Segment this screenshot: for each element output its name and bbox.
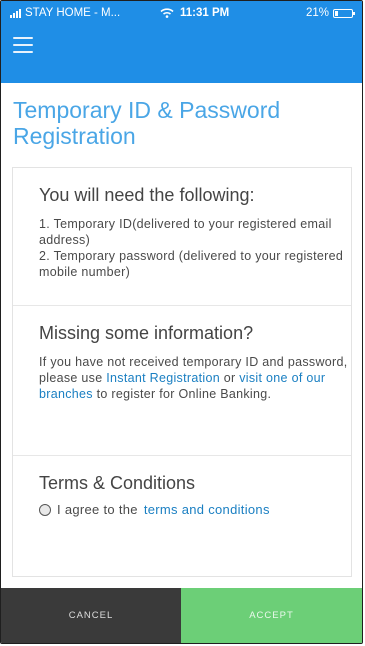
status-time: 11:31 PM [180,7,230,19]
terms-section: Terms & Conditions I agree to the terms … [13,456,351,576]
battery-icon [333,8,355,18]
instant-registration-link[interactable]: Instant Registration [106,371,220,385]
agree-label: I agree to the [57,502,138,517]
accept-button[interactable]: ACCEPT [181,588,362,643]
requirements-section: You will need the following: 1. Temporar… [13,168,351,306]
requirement-item: 2. Temporary password (delivered to your… [39,249,344,279]
hamburger-icon[interactable] [13,37,33,53]
requirements-title: You will need the following: [39,185,255,205]
terms-link[interactable]: terms and conditions [144,502,270,517]
battery-level-fill [335,10,339,16]
agree-row: I agree to the terms and conditions [39,502,351,517]
carrier-label: STAY HOME - M... [25,7,121,19]
terms-title: Terms & Conditions [39,473,196,493]
action-bar: CANCEL ACCEPT [1,588,362,643]
signal-icon [10,8,21,18]
cancel-button[interactable]: CANCEL [1,588,181,643]
missing-info-section: Missing some information? If you have no… [13,306,351,456]
phone-screen: STAY HOME - M... 11:31 PM 21% Temporary … [0,0,363,644]
page-title: Temporary ID & Password Registration [13,97,281,149]
battery-percent: 21% [305,7,329,19]
missing-info-title: Missing some information? [39,323,254,343]
registration-card: You will need the following: 1. Temporar… [12,167,352,577]
status-bar: STAY HOME - M... 11:31 PM 21% [1,1,362,25]
agree-checkbox[interactable] [39,503,51,516]
missing-info-text: If you have not received temporary ID an… [39,355,348,401]
main-content: Temporary ID & Password Registration You… [1,83,362,588]
app-header: STAY HOME - M... 11:31 PM 21% [1,1,362,83]
wifi-icon [160,8,174,18]
requirement-item: 1. Temporary ID(delivered to your regist… [39,217,332,247]
